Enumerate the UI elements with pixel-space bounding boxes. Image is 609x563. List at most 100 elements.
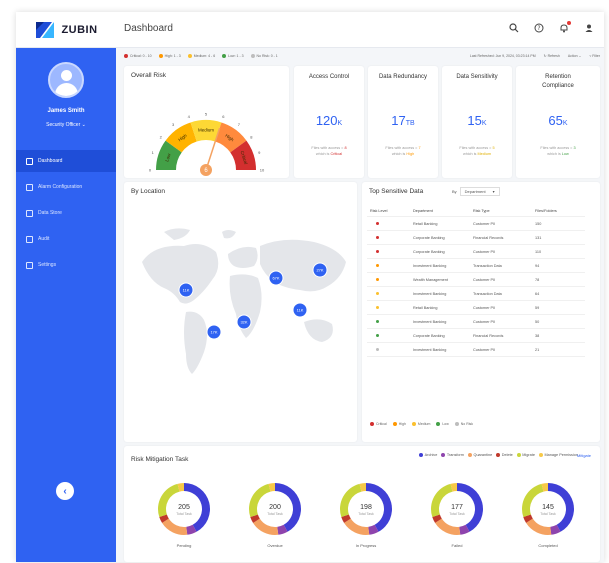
department-cell: Investment Banking — [413, 347, 447, 352]
donut-chart[interactable]: 177Total Task Failed — [431, 483, 484, 548]
donut-total: 145 — [542, 504, 554, 511]
sidebar-item-settings[interactable]: Settings — [16, 254, 116, 276]
table-row[interactable]: Investment Banking Customer PII 50 — [367, 315, 585, 329]
logo-icon — [36, 22, 55, 38]
gauge-tick-label: 7 — [238, 122, 241, 127]
legend-item: Medium: 4 - 6 — [187, 54, 215, 58]
location-marker-label: 27K — [316, 268, 323, 273]
notification-icon[interactable] — [557, 21, 571, 35]
legend-dot — [392, 422, 397, 426]
avatar[interactable] — [48, 62, 84, 98]
legend-item: No Risk: 0 - 1 — [250, 54, 278, 58]
filter-button[interactable]: ▿ Filter — [589, 54, 600, 58]
gauge-tick-label: 2 — [160, 135, 163, 140]
action-dropdown[interactable]: Action ⌄ — [568, 54, 582, 58]
donut-label: Completed — [538, 543, 557, 548]
sidebar-item-label: Settings — [38, 262, 57, 268]
department-cell: Investment Banking — [413, 319, 447, 324]
table-row[interactable]: Corporate Banking Financial Records 38 — [367, 329, 585, 343]
table-row[interactable]: Wealth Management Customer PII 78 — [367, 273, 585, 287]
kpi-unit: TB — [405, 120, 415, 127]
risk-level-cell — [367, 263, 413, 268]
kpi-data-redundancy[interactable]: Data Redundancy 17TB Files with access =… — [368, 66, 438, 178]
kpi-title: Data Sensitivity — [456, 74, 498, 80]
user-name: James Smith — [47, 108, 85, 114]
sidebar-item-data-store[interactable]: Data Store — [16, 202, 116, 224]
donut-total: 205 — [178, 504, 190, 511]
kpi-note-text: Files with access = — [459, 146, 493, 150]
user-role-label: Security Officer — [46, 122, 81, 128]
donut-segment — [526, 518, 552, 535]
sidebar-item-dashboard[interactable]: Dashboard — [16, 150, 116, 172]
help-icon[interactable]: ? — [532, 21, 546, 35]
sidebar-item-label: Alarm Configuration — [38, 184, 83, 190]
donut-chart[interactable]: 145Total Task Completed — [522, 483, 574, 548]
table-row[interactable]: Investment Banking Transaction Data 94 — [367, 259, 585, 273]
kpi-note-level: Medium — [477, 152, 492, 156]
kpi-value: 120K — [294, 113, 364, 128]
kpi-data-sensitivity[interactable]: Data Sensitivity 15K Files with access =… — [442, 66, 512, 178]
kpi-access-control[interactable]: Access Control 120K Files with access = … — [294, 66, 364, 178]
legend-dot — [454, 422, 459, 426]
table-row[interactable]: Investment Banking Customer PII 21 — [367, 343, 585, 357]
donut-chart[interactable]: 198Total Task In Progress — [340, 483, 392, 548]
donut-chart[interactable]: 205Total Task Pending — [158, 483, 210, 548]
refresh-label: Refresh — [547, 54, 560, 58]
legend-dot — [250, 54, 255, 58]
table-row[interactable]: Corporate Banking Customer PII 110 — [367, 245, 585, 259]
filter-icon: ▿ — [589, 54, 592, 58]
column-header[interactable]: Risk Level — [367, 209, 413, 213]
table-row[interactable]: Corporate Banking Financial Records 131 — [367, 231, 585, 245]
kpi-value: 15K — [442, 113, 512, 128]
legend-label: Critical: 0 - 10 — [130, 54, 152, 58]
legend-item: Low — [436, 422, 449, 426]
risk-level-dot — [376, 277, 379, 281]
kpi-unit: K — [337, 120, 343, 127]
sidebar-item-audit[interactable]: Audit — [16, 228, 116, 250]
table-row[interactable]: Retail Banking Customer PII 59 — [367, 301, 585, 315]
donut-label: Pending — [177, 543, 192, 548]
sidebar-item-alarm-configuration[interactable]: Alarm Configuration — [16, 176, 116, 198]
donut-sub: Total Task — [267, 512, 283, 516]
dashboard-icon — [26, 157, 33, 165]
department-cell: Investment Banking — [413, 263, 447, 268]
app-window: ZUBIN Dashboard ? James Smith Security O… — [16, 12, 604, 562]
column-header[interactable]: Files/Folders — [535, 209, 575, 213]
refresh-button[interactable]: ↻ Refresh — [544, 54, 560, 58]
search-icon[interactable] — [507, 21, 521, 35]
legend-label: Critical — [376, 422, 387, 426]
kpi-value: 17TB — [368, 113, 438, 128]
legend-dot — [124, 54, 128, 58]
filter-bar: Critical: 0 - 10 High: 1 - 3 Medium: 4 - 6… — [124, 51, 600, 61]
risk-level-dot — [376, 347, 379, 351]
sidebar-item-label: Data Store — [38, 210, 62, 216]
donut-segment — [344, 518, 370, 535]
table-header: Risk Level Department Risk Type Files/Fo… — [367, 205, 585, 217]
chevron-left-icon: ‹ — [63, 485, 67, 497]
notification-badge — [567, 21, 571, 25]
kpi-note-number: 8 — [344, 146, 347, 150]
donut-chart[interactable]: 200Total Task Overdue — [249, 483, 301, 548]
table-row[interactable]: Investment Banking Transaction Data 64 — [367, 287, 585, 301]
group-by-value: Department — [464, 189, 486, 194]
group-by-dropdown[interactable]: Department ▾ — [459, 187, 500, 196]
kpi-number: 17 — [391, 113, 406, 128]
user-icon[interactable] — [582, 21, 596, 35]
collapse-sidebar-button[interactable]: ‹ — [56, 482, 74, 500]
donut-sub: Total Task — [540, 512, 556, 516]
kpi-note-text: Files with access = — [385, 146, 419, 150]
column-header[interactable]: Risk Type — [473, 209, 535, 213]
donut-total: 198 — [360, 504, 372, 511]
location-marker-label: 11K — [183, 288, 190, 293]
sidebar-item-label: Audit — [38, 236, 50, 242]
legend-label: No Risk: 0 - 1 — [256, 54, 278, 58]
logo[interactable]: ZUBIN — [16, 12, 116, 48]
user-role-dropdown[interactable]: Security Officer ⌄ — [16, 122, 116, 128]
location-marker-label: 11K — [297, 308, 304, 313]
table-row[interactable]: Retail Banking Customer PII 150 — [367, 217, 585, 231]
risk-gauge: LowHighMediumHighCritical0123456789106 — [149, 112, 265, 176]
kpi-retention-compliance[interactable]: Retention Compliance 65K Files with acce… — [516, 66, 600, 178]
gauge-tick-label: 1 — [152, 150, 155, 155]
legend-dot — [158, 54, 163, 58]
column-header[interactable]: Department — [413, 209, 473, 213]
